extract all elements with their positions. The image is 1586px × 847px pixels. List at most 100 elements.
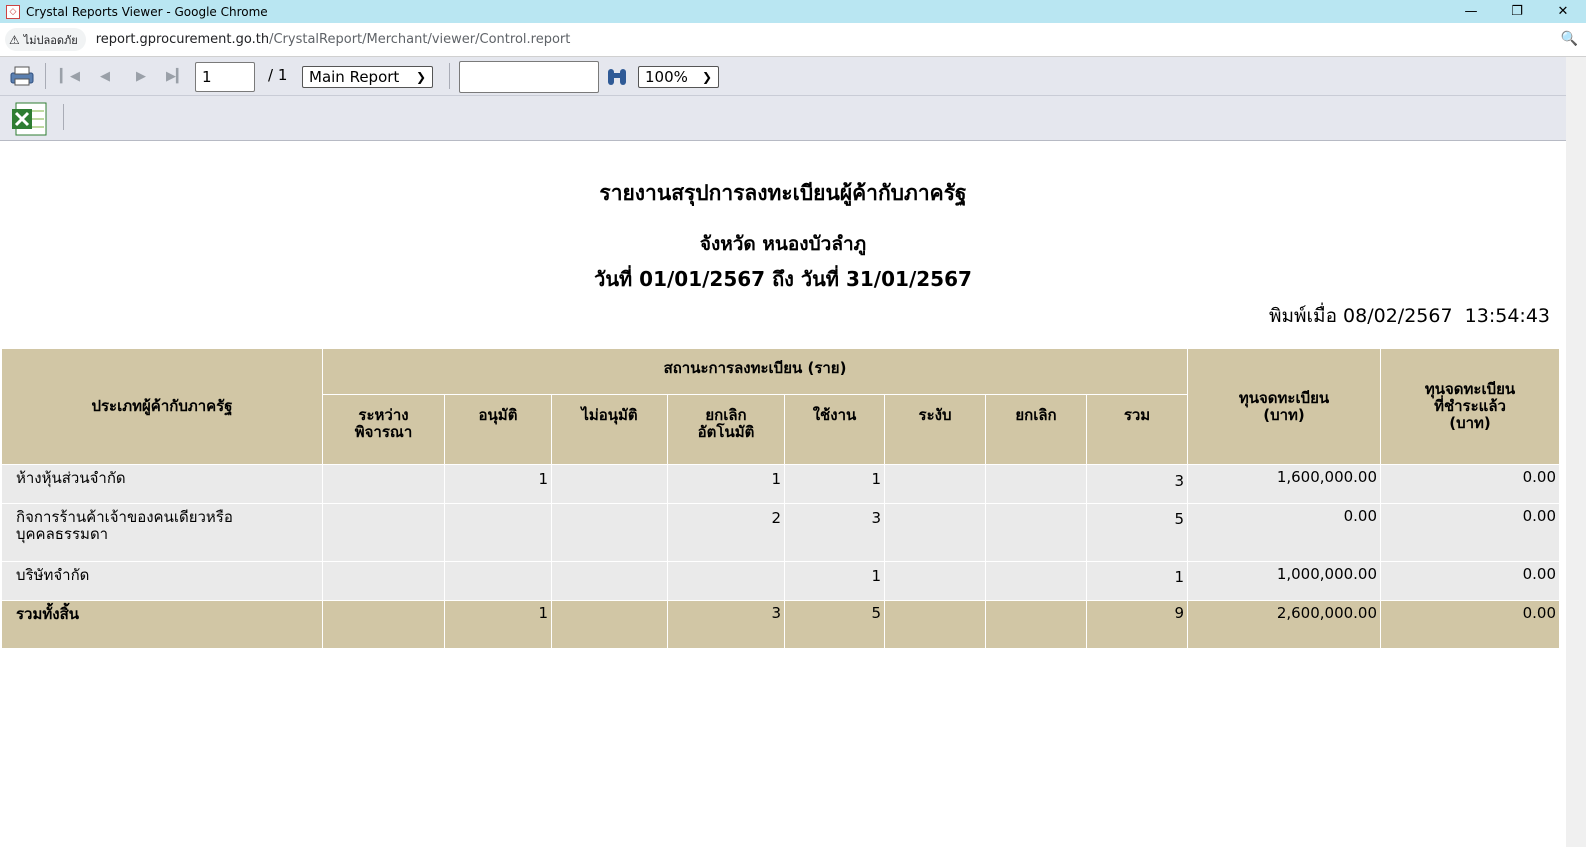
header-paid-capital: ทุนจดทะเบียน ที่ชำระแล้ว (บาท) bbox=[1380, 348, 1561, 465]
zoom-select[interactable]: 100% ❯ bbox=[638, 66, 719, 88]
total-approved: 1 bbox=[444, 600, 552, 649]
header-cancel-approved: ยกเลิก อัตโนมัติ bbox=[667, 394, 785, 465]
previous-page-icon[interactable]: ◀ bbox=[95, 66, 115, 86]
cell-sum: 3 bbox=[1085, 464, 1189, 504]
printer-icon bbox=[10, 66, 34, 86]
window-titlebar: ◇ Crystal Reports Viewer - Google Chrome… bbox=[0, 0, 1586, 23]
security-label: ไม่ปลอดภัย bbox=[23, 33, 78, 47]
first-page-icon[interactable]: ▎◀ bbox=[60, 66, 80, 86]
header-capital-line: ทุนจดทะเบียน bbox=[1238, 388, 1330, 407]
header-capital: ทุนจดทะเบียน (บาท) bbox=[1187, 348, 1382, 465]
zoom-select-value: 100% bbox=[645, 68, 688, 86]
header-pending-line2: พิจารณา bbox=[354, 423, 413, 441]
report-title: รายงานสรุปการลงทะเบียนผู้ค้ากับภาครัฐ bbox=[599, 181, 967, 205]
zoom-icon[interactable]: 🔍 bbox=[1561, 31, 1578, 47]
minimize-button[interactable]: — bbox=[1448, 0, 1494, 23]
table-row: บริษัทจำกัด 1 1 1,000,000.00 0.00 bbox=[1, 561, 1561, 601]
row-type: ห้างหุ้นส่วนจำกัด bbox=[1, 464, 323, 504]
print-button[interactable] bbox=[8, 63, 36, 89]
total-row: รวมทั้งสิ้น 1 3 5 9 2,600,000.00 0.00 bbox=[1, 600, 1561, 649]
cell-approved bbox=[444, 503, 552, 562]
cell-not-approved bbox=[551, 503, 668, 562]
header-pending-line1: ระหว่าง bbox=[358, 406, 409, 424]
summary-table: ประเภทผู้ค้ากับภาครัฐ สถานะการลงทะเบียน … bbox=[1, 348, 1561, 649]
header-cancel-approved-line2: อัตโนมัติ bbox=[697, 423, 755, 441]
chevron-down-icon: ❯ bbox=[415, 70, 426, 84]
cell-active: 1 bbox=[784, 561, 885, 601]
url-path: /CrystalReport/Merchant/viewer/Control.r… bbox=[269, 32, 571, 47]
restore-button[interactable]: ❐ bbox=[1494, 0, 1540, 23]
cell-cancelled bbox=[985, 561, 1087, 601]
row-type-line1: บริษัทจำกัด bbox=[16, 566, 90, 584]
report-page: รายงานสรุปการลงทะเบียนผู้ค้ากับภาครัฐ จั… bbox=[0, 141, 1566, 847]
chevron-down-icon: ❯ bbox=[701, 70, 712, 84]
report-date-range: วันที่ 01/01/2567 ถึง วันที่ 31/01/2567 bbox=[0, 263, 1566, 295]
url-host: report.gprocurement.go.th bbox=[95, 32, 270, 47]
find-button[interactable] bbox=[604, 64, 630, 90]
cell-approved bbox=[444, 561, 552, 601]
cell-suspended bbox=[884, 503, 986, 562]
window-title: Crystal Reports Viewer - Google Chrome bbox=[26, 4, 268, 19]
printed-timestamp: พิมพ์เมื่อ 08/02/2567 13:54:43 bbox=[1269, 301, 1550, 331]
page-number-input[interactable] bbox=[195, 62, 255, 92]
report-select[interactable]: Main Report ❯ bbox=[302, 66, 433, 88]
toolbar-separator bbox=[45, 63, 46, 89]
export-excel-button[interactable] bbox=[9, 100, 51, 138]
header-pending: ระหว่าง พิจารณา bbox=[322, 394, 445, 465]
row-type-line1: ห้างหุ้นส่วนจำกัด bbox=[16, 469, 126, 487]
header-suspended: ระงับ bbox=[884, 394, 986, 465]
cell-pending bbox=[322, 464, 445, 504]
printed-label: พิมพ์เมื่อ bbox=[1268, 305, 1337, 327]
report-province: จังหวัด หนองบัวลำภู bbox=[699, 233, 867, 255]
total-suspended bbox=[884, 600, 986, 649]
window-controls: — ❐ ✕ bbox=[1448, 0, 1586, 23]
cell-cancel-approved: 1 bbox=[667, 464, 785, 504]
cell-capital: 0.00 bbox=[1187, 503, 1382, 562]
header-status: สถานะการลงทะเบียน (ราย) bbox=[321, 348, 1189, 395]
header-paid-line1: ทุนจดทะเบียน bbox=[1424, 380, 1516, 398]
total-cancelled bbox=[985, 600, 1087, 649]
date-to-label: ถึง วันที่ bbox=[772, 267, 839, 291]
cell-not-approved bbox=[551, 464, 668, 504]
warning-icon: ⚠ bbox=[9, 32, 20, 47]
header-type: ประเภทผู้ค้ากับภาครัฐ bbox=[1, 348, 323, 465]
header-cancel-approved-line1: ยกเลิก bbox=[705, 406, 747, 424]
vertical-scrollbar[interactable] bbox=[1566, 57, 1586, 847]
binoculars-icon bbox=[608, 69, 626, 85]
total-cancel-approved: 3 bbox=[667, 600, 785, 649]
cell-active: 1 bbox=[784, 464, 885, 504]
header-paid-line2: ที่ชำระแล้ว bbox=[1434, 397, 1506, 415]
cell-capital: 1,600,000.00 bbox=[1187, 464, 1382, 504]
toolbar-separator bbox=[449, 63, 450, 89]
toolbar-separator bbox=[63, 104, 64, 130]
header-paid-unit: (บาท) bbox=[1449, 414, 1491, 432]
header-not-approved: ไม่อนุมัติ bbox=[551, 394, 668, 465]
header-active: ใช้งาน bbox=[784, 394, 885, 465]
report-select-value: Main Report bbox=[309, 68, 400, 86]
url-text[interactable]: report.gprocurement.go.th/CrystalReport/… bbox=[96, 32, 571, 47]
cell-paid: 0.00 bbox=[1380, 561, 1561, 601]
date-from-label: วันที่ bbox=[594, 267, 633, 291]
cell-paid: 0.00 bbox=[1380, 503, 1561, 562]
table-row: กิจการร้านค้าเจ้าของคนเดียวหรือ บุคคลธรร… bbox=[1, 503, 1561, 562]
last-page-icon[interactable]: ▶▎ bbox=[166, 66, 186, 86]
printed-date: 08/02/2567 bbox=[1343, 305, 1453, 327]
cell-cancelled bbox=[985, 464, 1087, 504]
cell-cancel-approved bbox=[667, 561, 785, 601]
close-button[interactable]: ✕ bbox=[1540, 0, 1586, 23]
header-capital-unit: (บาท) bbox=[1263, 405, 1305, 424]
total-not-approved bbox=[551, 600, 668, 649]
excel-icon bbox=[12, 102, 47, 136]
row-type: กิจการร้านค้าเจ้าของคนเดียวหรือ บุคคลธรร… bbox=[1, 503, 323, 562]
total-pages: / 1 bbox=[268, 66, 288, 84]
row-type-line1: กิจการร้านค้าเจ้าของคนเดียวหรือ bbox=[16, 508, 233, 526]
total-sum: 9 bbox=[1085, 600, 1189, 649]
crystal-reports-icon: ◇ bbox=[6, 4, 20, 19]
total-pending bbox=[322, 600, 445, 649]
total-capital: 2,600,000.00 bbox=[1187, 600, 1382, 649]
security-indicator[interactable]: ⚠ ไม่ปลอดภัย bbox=[5, 28, 86, 51]
cell-sum: 1 bbox=[1085, 561, 1189, 601]
next-page-icon[interactable]: ▶ bbox=[131, 66, 151, 86]
header-sum: รวม bbox=[1085, 394, 1189, 465]
search-input[interactable] bbox=[459, 61, 599, 93]
